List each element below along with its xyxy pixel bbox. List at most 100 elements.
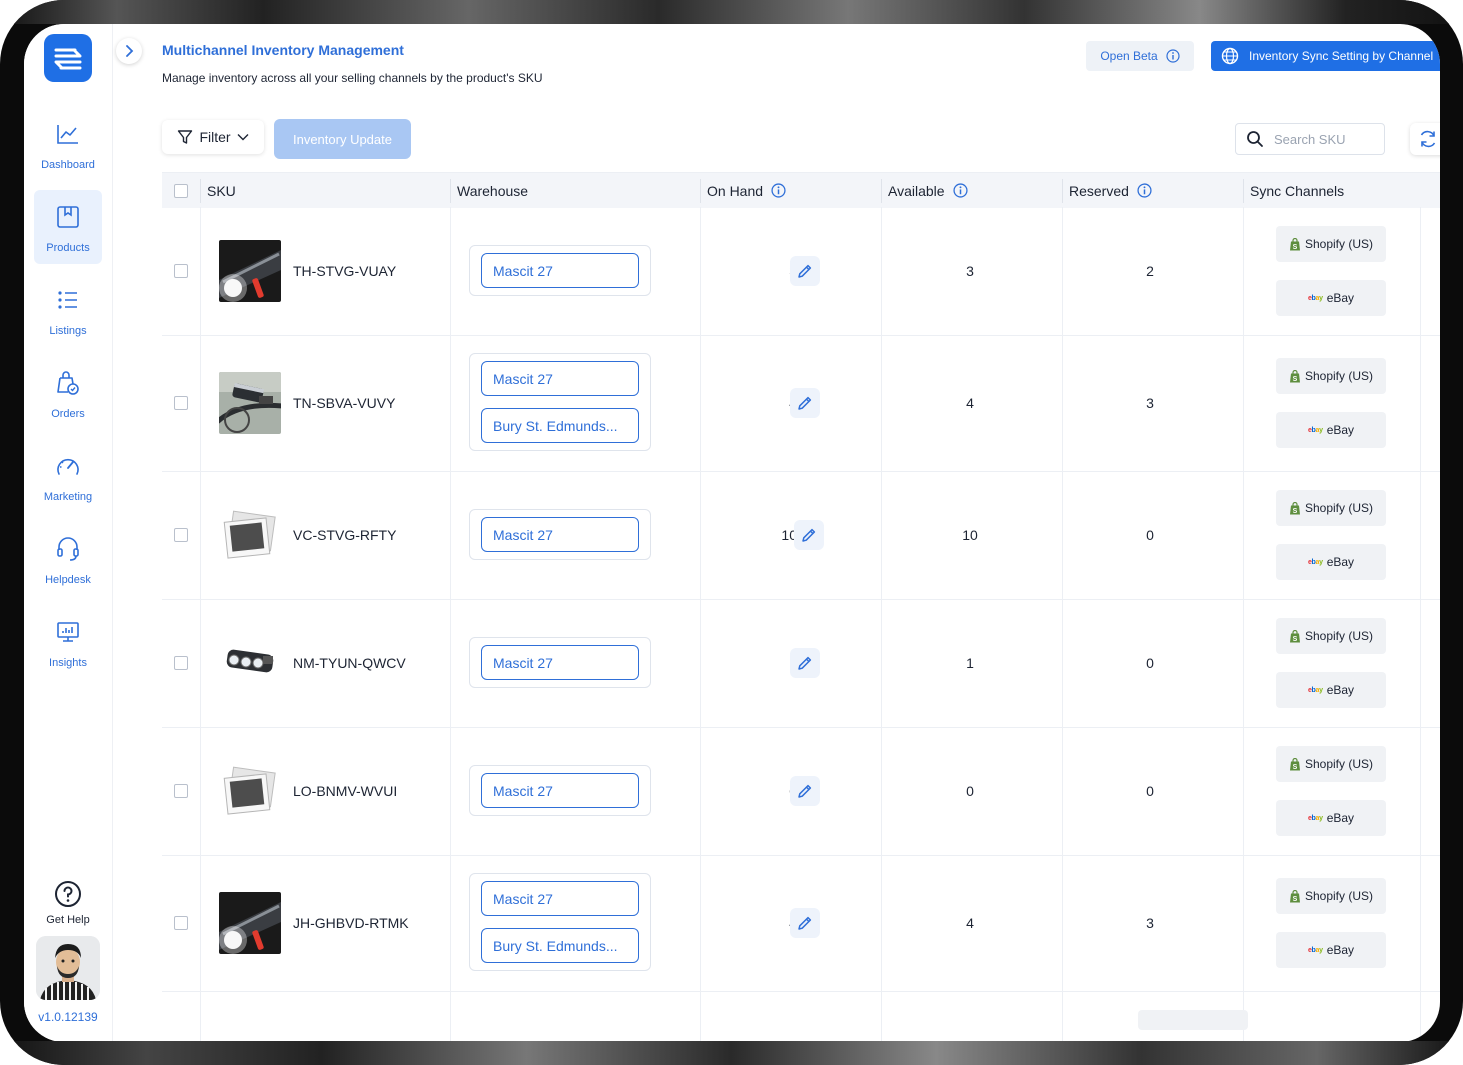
row-checkbox[interactable]: [174, 396, 188, 410]
ebay-icon: ebay: [1307, 558, 1323, 566]
open-beta-button[interactable]: Open Beta: [1086, 41, 1194, 71]
edit-on-hand-button[interactable]: [794, 520, 824, 550]
channel-shopify-button[interactable]: S Shopify (US): [1276, 618, 1386, 654]
sidebar-item-products[interactable]: Products: [34, 190, 102, 264]
available-value: 0: [966, 783, 974, 799]
inventory-update-button[interactable]: Inventory Update: [274, 119, 411, 159]
sku-text: NM-TYUN-QWCV: [293, 655, 406, 671]
channel-shopify-label: Shopify (US): [1304, 757, 1374, 771]
app-logo[interactable]: [44, 34, 92, 82]
channel-shopify-button[interactable]: S Shopify (US): [1276, 878, 1386, 914]
channel-ebay-label: eBay: [1326, 423, 1355, 437]
channel-ebay-button[interactable]: ebay eBay: [1276, 544, 1386, 580]
warehouse-list: Mascit 27: [469, 765, 651, 816]
channel-shopify-label: Shopify (US): [1304, 369, 1374, 383]
ebay-icon: ebay: [1307, 686, 1323, 694]
table-row[interactable]: VC-STVG-RFTY Mascit 27 10 10 0 S Shopify …: [162, 471, 1440, 600]
channel-shopify-button-partial[interactable]: [1138, 1010, 1248, 1030]
channel-ebay-button[interactable]: ebay eBay: [1276, 412, 1386, 448]
search-box[interactable]: [1235, 123, 1385, 155]
column-header-sync-channels[interactable]: Sync Channels: [1250, 173, 1344, 208]
column-header-sku[interactable]: SKU: [207, 173, 236, 208]
svg-text:S: S: [1293, 244, 1298, 251]
select-all-checkbox[interactable]: [174, 183, 188, 198]
edit-on-hand-button[interactable]: [790, 648, 820, 678]
warehouse-chip[interactable]: Mascit 27: [481, 517, 639, 552]
channel-shopify-button[interactable]: S Shopify (US): [1276, 358, 1386, 394]
warehouse-chip[interactable]: Mascit 27: [481, 253, 639, 288]
table-row[interactable]: JH-GHBVD-RTMK Mascit 27 Bury St. Edmunds…: [162, 855, 1440, 992]
warehouse-chip[interactable]: Mascit 27: [481, 881, 639, 916]
edit-on-hand-button[interactable]: [790, 908, 820, 938]
sku-text: TH-STVG-VUAY: [293, 263, 397, 279]
warehouse-chip[interactable]: Mascit 27: [481, 361, 639, 396]
channel-shopify-button[interactable]: S Shopify (US): [1276, 746, 1386, 782]
sync-setting-button[interactable]: Inventory Sync Setting by Channel: [1211, 41, 1440, 71]
sidebar-item-helpdesk[interactable]: Helpdesk: [34, 522, 102, 596]
column-header-label: Reserved: [1069, 182, 1129, 199]
svg-text:S: S: [1293, 508, 1298, 515]
question-icon: [55, 881, 81, 907]
channel-ebay-button[interactable]: ebay eBay: [1276, 932, 1386, 968]
info-icon[interactable]: [771, 183, 786, 198]
ebay-icon: ebay: [1307, 294, 1323, 302]
sidebar-item-dashboard[interactable]: Dashboard: [34, 107, 102, 181]
channel-shopify-button[interactable]: S Shopify (US): [1276, 490, 1386, 526]
column-header-on-hand[interactable]: On Hand: [707, 173, 786, 208]
channel-ebay-button[interactable]: ebay eBay: [1276, 800, 1386, 836]
channel-ebay-label: eBay: [1326, 943, 1355, 957]
row-checkbox[interactable]: [174, 264, 188, 278]
info-icon[interactable]: [952, 183, 968, 198]
sync-setting-label: Inventory Sync Setting by Channel: [1249, 49, 1434, 63]
box-icon: [55, 204, 81, 230]
filter-button[interactable]: Filter: [162, 120, 264, 154]
search-input[interactable]: [1272, 130, 1376, 148]
column-header-reserved[interactable]: Reserved: [1069, 173, 1152, 208]
reserved-value: 3: [1146, 915, 1154, 931]
get-help-button[interactable]: Get Help: [34, 880, 102, 926]
avatar[interactable]: [36, 936, 100, 1000]
available-value: 3: [966, 263, 974, 279]
warehouse-chip[interactable]: Bury St. Edmunds...: [481, 928, 639, 963]
available-value: 1: [966, 655, 974, 671]
table-row[interactable]: TN-SBVA-VUVY Mascit 27 Bury St. Edmunds.…: [162, 335, 1440, 472]
edit-on-hand-button[interactable]: [790, 256, 820, 286]
table-row[interactable]: LO-BNMV-WVUI Mascit 27 0 0 0 SShopify (U…: [162, 727, 1440, 856]
filter-label: Filter: [199, 129, 231, 145]
select-all-checkbox-cell[interactable]: [174, 173, 188, 208]
warehouse-chip[interactable]: Mascit 27: [481, 773, 639, 808]
row-checkbox[interactable]: [174, 916, 188, 930]
sidebar-item-listings[interactable]: Listings: [34, 273, 102, 347]
info-icon[interactable]: [1137, 183, 1152, 198]
sidebar-toggle-button[interactable]: [116, 38, 142, 64]
warehouse-chip[interactable]: Bury St. Edmunds...: [481, 408, 639, 443]
sidebar: Dashboard Products Listings Orders Marke: [24, 24, 113, 1042]
column-header-warehouse[interactable]: Warehouse: [457, 173, 528, 208]
edit-on-hand-button[interactable]: [790, 388, 820, 418]
row-checkbox[interactable]: [174, 656, 188, 670]
column-header-available[interactable]: Available: [888, 173, 968, 208]
sidebar-item-insights[interactable]: Insights: [34, 605, 102, 679]
warehouse-list: Mascit 27 Bury St. Edmunds...: [469, 353, 651, 451]
sidebar-item-marketing[interactable]: Marketing: [34, 439, 102, 513]
table-row[interactable]: NM-TYUN-QWCV Mascit 27 1 1 0 SShopify (U…: [162, 599, 1440, 728]
channel-ebay-button[interactable]: ebay eBay: [1276, 280, 1386, 316]
channel-ebay-label: eBay: [1326, 291, 1355, 305]
table-row[interactable]: TH-STVG-VUAY Mascit 27 3 3 2 SShopify (U…: [162, 207, 1440, 336]
sidebar-item-label: Orders: [51, 408, 85, 420]
channel-shopify-label: Shopify (US): [1304, 889, 1374, 903]
row-checkbox[interactable]: [174, 528, 188, 542]
column-divider: [700, 179, 701, 203]
sidebar-item-orders[interactable]: Orders: [34, 356, 102, 430]
refresh-button[interactable]: [1410, 123, 1440, 155]
channel-shopify-button[interactable]: S Shopify (US): [1276, 226, 1386, 262]
channel-ebay-button[interactable]: ebay eBay: [1276, 672, 1386, 708]
edit-on-hand-button[interactable]: [790, 776, 820, 806]
row-checkbox[interactable]: [174, 784, 188, 798]
chevron-right-icon: [126, 45, 134, 57]
column-divider: [450, 179, 451, 203]
sync-arrows-icon: [54, 48, 82, 70]
warehouse-chip[interactable]: Mascit 27: [481, 645, 639, 680]
globe-icon: [1221, 47, 1239, 65]
product-thumbnail: [219, 240, 281, 302]
